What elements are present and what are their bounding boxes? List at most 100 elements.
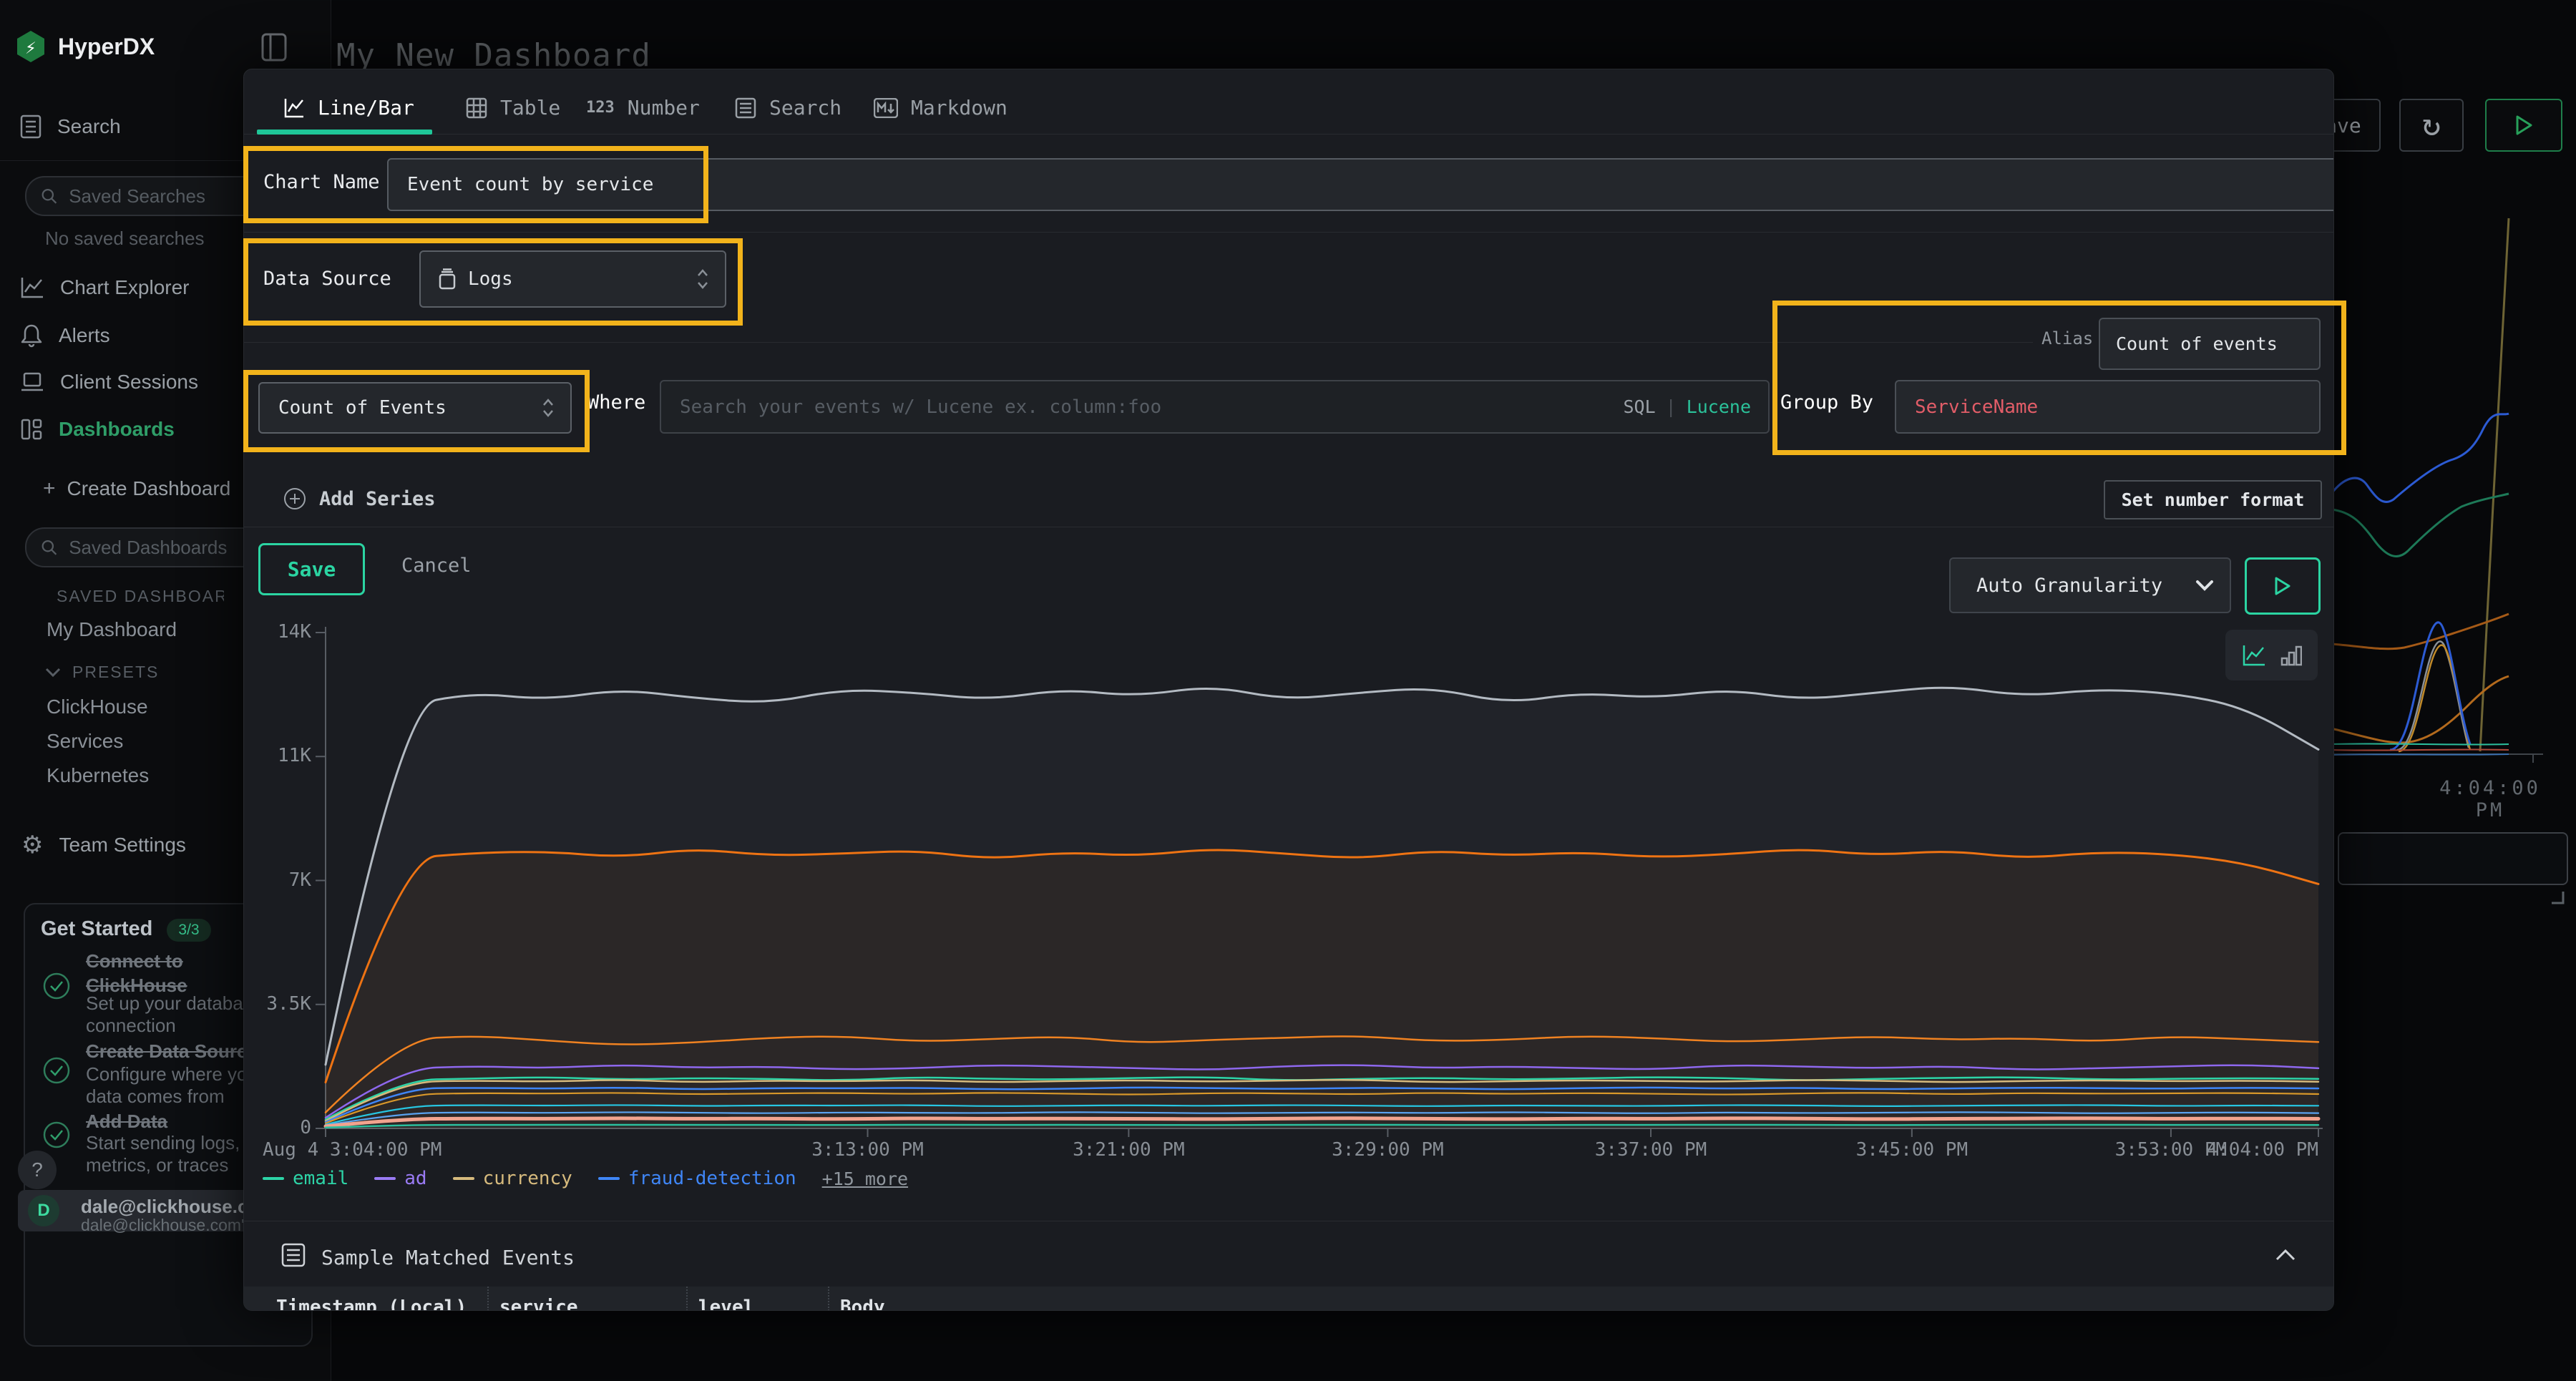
chart-line-icon (20, 276, 44, 299)
run-chart-button[interactable] (2245, 557, 2321, 615)
legend-dash-icon (453, 1177, 474, 1180)
tab-line-bar[interactable]: Line/Bar (283, 96, 414, 119)
granularity-select[interactable]: Auto Granularity (1949, 557, 2231, 613)
legend-item-ad[interactable]: ad (374, 1168, 426, 1189)
list-icon (735, 97, 756, 119)
legend-item-fraud-detection[interactable]: fraud-detection (598, 1168, 796, 1189)
alias-input[interactable] (2099, 318, 2321, 370)
sample-events-icon (281, 1243, 306, 1267)
sidebar-item-label: Client Sessions (60, 371, 198, 394)
avatar: D (28, 1195, 59, 1226)
background-input[interactable] (2338, 832, 2568, 885)
sidebar-collapse-icon[interactable] (261, 33, 287, 62)
legend-label: fraud-detection (628, 1168, 796, 1189)
dashboard-play-button[interactable] (2485, 99, 2562, 152)
tab-label: Table (500, 96, 560, 119)
x-axis-label: 3:21:00 PM (1035, 1139, 1221, 1161)
refresh-button[interactable]: ↻ (2399, 99, 2464, 152)
logo[interactable]: ⚡ HyperDX (16, 30, 155, 63)
create-dashboard-button[interactable]: + Create Dashboard (43, 477, 230, 501)
sidebar-item-my-dashboard[interactable]: My Dashboard (47, 618, 177, 641)
y-axis-label: 0 (254, 1117, 311, 1138)
hyperdx-logo-icon: ⚡ (16, 30, 45, 63)
check-circle-icon (43, 1057, 70, 1084)
sidebar-item-dashboards[interactable]: Dashboards (20, 418, 175, 441)
add-series-button[interactable]: Add Series (283, 487, 436, 510)
check-circle-icon (43, 972, 70, 1000)
sidebar-item-alerts[interactable]: Alerts (20, 323, 110, 348)
plus-icon: + (43, 477, 56, 501)
main-chart[interactable] (243, 615, 2333, 1159)
svg-text:⚡: ⚡ (25, 37, 36, 59)
search-icon (41, 538, 57, 557)
active-tab-underline (257, 130, 432, 135)
data-source-label: Data Source (263, 268, 391, 290)
group-by-label: Group By (1780, 391, 1873, 414)
resize-handle-icon[interactable] (2545, 884, 2565, 904)
step-desc: Set up your database connection (86, 992, 266, 1037)
legend-item-email[interactable]: email (263, 1168, 348, 1189)
tab-search[interactable]: Search (735, 96, 841, 119)
tab-markdown[interactable]: Markdown (874, 96, 1008, 119)
column-header[interactable]: service (487, 1287, 686, 1311)
user-email-sub: dale@clickhouse.com's (81, 1216, 265, 1235)
user-email: dale@clickhouse.com (81, 1196, 260, 1218)
sidebar-item-services[interactable]: Services (47, 730, 123, 753)
chevron-down-icon (45, 668, 61, 678)
sample-events-title: Sample Matched Events (321, 1246, 575, 1269)
123-icon: 123 (586, 99, 615, 117)
column-header[interactable]: level (686, 1287, 828, 1311)
select-chevrons-icon (696, 268, 709, 290)
sidebar-item-search[interactable]: Search (20, 114, 121, 139)
column-header[interactable]: Body (828, 1287, 2333, 1311)
aggregation-select[interactable]: Count of Events (258, 382, 572, 434)
cancel-button[interactable]: Cancel (401, 555, 472, 577)
refresh-icon: ↻ (2422, 111, 2441, 140)
where-label: Where (587, 391, 645, 414)
tab-number[interactable]: 123 Number (586, 96, 700, 119)
alias-label: Alias (2041, 328, 2093, 348)
data-source-select[interactable]: Logs (419, 250, 726, 308)
chart-name-input[interactable] (387, 158, 2334, 211)
sidebar-item-client-sessions[interactable]: Client Sessions (20, 371, 198, 394)
gear-icon: ⚙ (21, 833, 43, 857)
section-label: SAVED DASHBOARDS (57, 587, 224, 606)
sql-toggle[interactable]: SQL (1623, 396, 1655, 417)
x-axis-label: Aug 4 3:04:00 PM (263, 1139, 441, 1161)
group-by-input[interactable] (1895, 380, 2321, 434)
where-input[interactable]: SQL | Lucene (660, 380, 1770, 434)
section-label: PRESETS (72, 663, 159, 682)
sidebar-item-clickhouse[interactable]: ClickHouse (47, 696, 148, 718)
team-settings-label: Team Settings (59, 834, 185, 857)
y-axis-label: 11K (254, 745, 311, 766)
sidebar-item-team-settings[interactable]: ⚙ Team Settings (21, 833, 186, 857)
search-icon (41, 187, 57, 205)
create-dashboard-label: Create Dashboard (67, 477, 231, 500)
legend-item-currency[interactable]: currency (453, 1168, 572, 1189)
legend-dash-icon (263, 1177, 284, 1180)
saved-dashboards-section[interactable]: SAVED DASHBOARDS (45, 587, 224, 606)
column-header[interactable]: Timestamp (Local) (244, 1287, 487, 1311)
sidebar-item-kubernetes[interactable]: Kubernetes (47, 764, 149, 787)
set-number-format-label: Set number format (2122, 489, 2305, 510)
sidebar-item-chart-explorer[interactable]: Chart Explorer (20, 276, 190, 299)
save-button[interactable]: Save (258, 543, 365, 595)
check-circle-icon (43, 1121, 70, 1148)
help-button[interactable]: ? (18, 1151, 57, 1189)
chart-name-label: Chart Name (263, 171, 380, 193)
granularity-value: Auto Granularity (1976, 575, 2162, 597)
set-number-format-button[interactable]: Set number format (2104, 480, 2322, 519)
sidebar-item-search-label: Search (57, 115, 121, 138)
x-axis-label: 3:29:00 PM (1294, 1139, 1480, 1161)
presets-section[interactable]: PRESETS (45, 663, 159, 682)
collapse-chevron-up-icon[interactable] (2275, 1249, 2296, 1262)
y-axis-label: 7K (254, 869, 311, 891)
plus-circle-icon (283, 487, 306, 510)
tab-table[interactable]: Table (466, 96, 560, 119)
add-series-label: Add Series (319, 488, 436, 510)
step-title: Create Data Source (86, 1039, 258, 1063)
lucene-toggle[interactable]: Lucene (1687, 396, 1751, 417)
y-axis-label: 14K (254, 621, 311, 643)
table-icon (466, 97, 487, 119)
legend-more-link[interactable]: +15 more (822, 1168, 908, 1189)
